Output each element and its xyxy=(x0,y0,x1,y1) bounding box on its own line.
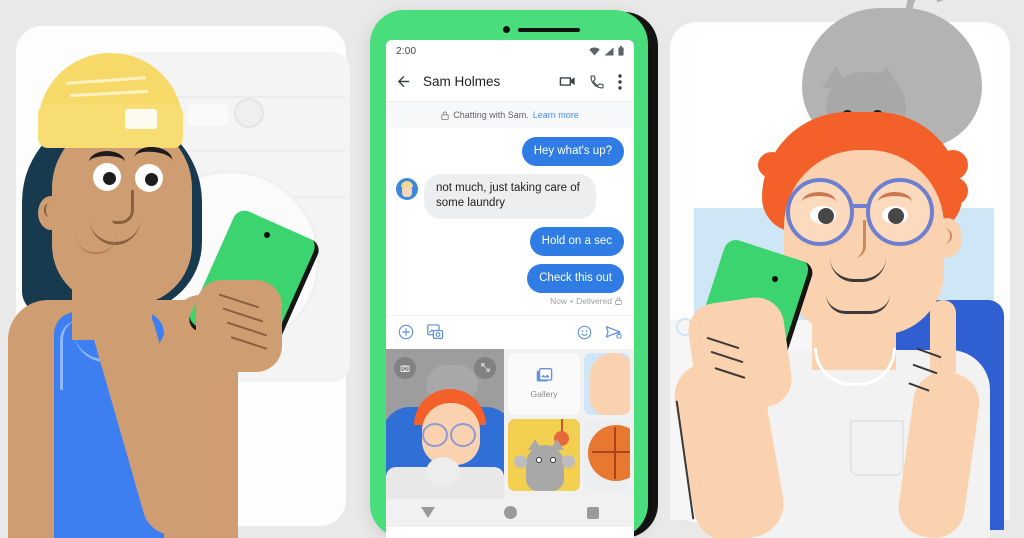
cat-paw-right xyxy=(562,454,575,468)
back-arrow-icon[interactable] xyxy=(395,73,412,90)
nose xyxy=(852,220,866,258)
basketball-seam xyxy=(614,426,616,479)
message-bubble[interactable]: Check this out xyxy=(527,263,624,293)
glasses-right-lens xyxy=(866,178,934,246)
thumbnail-basketball[interactable] xyxy=(584,418,630,491)
avatar xyxy=(396,178,418,201)
message-status: Now • Delivered xyxy=(396,296,624,306)
hair-tuft xyxy=(944,178,968,204)
message-bubble[interactable]: Hold on a sec xyxy=(529,226,624,256)
battery-icon xyxy=(618,46,624,56)
learn-more-link[interactable]: Learn more xyxy=(533,110,579,120)
viewfinder-glasses-right xyxy=(450,422,476,447)
right-pupil xyxy=(145,173,158,186)
phone-front-camera-icon xyxy=(503,26,510,33)
lock-icon xyxy=(441,111,449,120)
send-icon[interactable] xyxy=(605,325,622,340)
camera-viewfinder[interactable] xyxy=(386,348,504,499)
beanie-band xyxy=(38,104,183,148)
chin-line xyxy=(826,294,890,314)
cat-paw-left xyxy=(514,454,527,468)
status-separator: • xyxy=(570,295,574,306)
gallery-tile[interactable]: Gallery xyxy=(508,352,580,415)
pointing-finger xyxy=(930,300,956,382)
status-bar: 2:00 xyxy=(386,40,634,62)
conversation-title: Sam Holmes xyxy=(423,74,501,89)
right-character-hand xyxy=(684,293,796,417)
cat-body xyxy=(526,444,564,491)
delivery-state: Delivered xyxy=(576,295,612,306)
recents-square-icon[interactable] xyxy=(587,506,600,519)
picker-top-row: Gallery xyxy=(504,349,634,419)
wifi-icon xyxy=(589,47,600,55)
banner-text: Chatting with Sam. xyxy=(453,110,529,120)
viewfinder-pillow xyxy=(426,456,460,487)
cat-eye-right xyxy=(550,456,556,463)
beanie-tag xyxy=(125,109,157,129)
message-row-outgoing: Hey what's up? xyxy=(396,137,624,167)
app-bar-actions xyxy=(559,73,622,90)
picker-bottom-row xyxy=(504,418,634,495)
glasses-bridge xyxy=(850,204,870,208)
message-row-incoming: not much, just taking care of some laund… xyxy=(396,174,624,219)
composer-left-actions xyxy=(398,324,444,340)
illustration-stage: 2:00 Sam Holmes Chatting with Sam. Learn… xyxy=(0,0,1024,538)
media-picker: Gallery xyxy=(386,348,634,499)
message-time: Now xyxy=(550,295,568,306)
thumbnail-cat[interactable] xyxy=(508,418,580,491)
lock-icon xyxy=(615,297,622,305)
cat-eye-left xyxy=(536,456,542,463)
basketball xyxy=(588,424,630,481)
glasses-left-lens xyxy=(786,178,854,246)
phone-camera-dot xyxy=(264,232,270,238)
video-call-icon[interactable] xyxy=(559,73,576,90)
phone-camera-dot xyxy=(772,276,778,282)
back-triangle-icon[interactable] xyxy=(420,507,435,519)
thumbnail-sky[interactable] xyxy=(584,352,630,415)
shirt-pocket xyxy=(850,420,904,476)
status-time: 2:00 xyxy=(396,45,417,57)
emoji-icon[interactable] xyxy=(577,325,592,340)
phone-screen: 2:00 Sam Holmes Chatting with Sam. Learn… xyxy=(386,40,634,538)
gallery-label: Gallery xyxy=(530,389,558,400)
app-bar: Sam Holmes xyxy=(386,62,634,102)
hair-tuft xyxy=(938,150,968,180)
message-bubble[interactable]: not much, just taking care of some laund… xyxy=(424,174,596,219)
hair-tuft xyxy=(758,152,786,178)
avatar-hair xyxy=(401,181,413,188)
message-row-outgoing: Check this out xyxy=(396,263,624,293)
picker-right-column: Gallery xyxy=(504,349,634,499)
encryption-banner: Chatting with Sam. Learn more xyxy=(386,102,634,128)
viewfinder-glasses-left xyxy=(422,422,448,447)
message-row-outgoing: Hold on a sec xyxy=(396,226,624,256)
expand-icon[interactable] xyxy=(474,356,496,379)
toy-string xyxy=(561,418,563,432)
overflow-menu-icon[interactable] xyxy=(618,73,622,90)
home-circle-icon[interactable] xyxy=(504,506,518,520)
left-pupil xyxy=(103,172,116,185)
phone-earpiece xyxy=(518,28,580,32)
thumbnail-finger xyxy=(590,352,630,415)
phone-call-icon[interactable] xyxy=(589,74,605,90)
plus-circle-icon[interactable] xyxy=(398,324,414,340)
message-bubble[interactable]: Hey what's up? xyxy=(521,137,624,167)
washer-display xyxy=(188,104,228,126)
washer-knob xyxy=(234,98,264,128)
gallery-camera-icon[interactable] xyxy=(427,324,444,340)
ear-detail xyxy=(44,203,54,217)
signal-icon xyxy=(604,47,614,55)
gallery-photos-icon xyxy=(536,368,552,382)
android-nav-bar xyxy=(386,498,634,527)
right-scene xyxy=(654,0,1024,538)
left-scene xyxy=(0,0,360,538)
message-thread: Hey what's up? not much, just taking car… xyxy=(386,128,634,310)
switch-camera-icon[interactable] xyxy=(394,356,416,379)
composer-right-actions xyxy=(577,325,622,340)
composer-bar xyxy=(386,314,634,349)
status-icons xyxy=(589,46,624,56)
basketball-seam xyxy=(592,450,630,453)
